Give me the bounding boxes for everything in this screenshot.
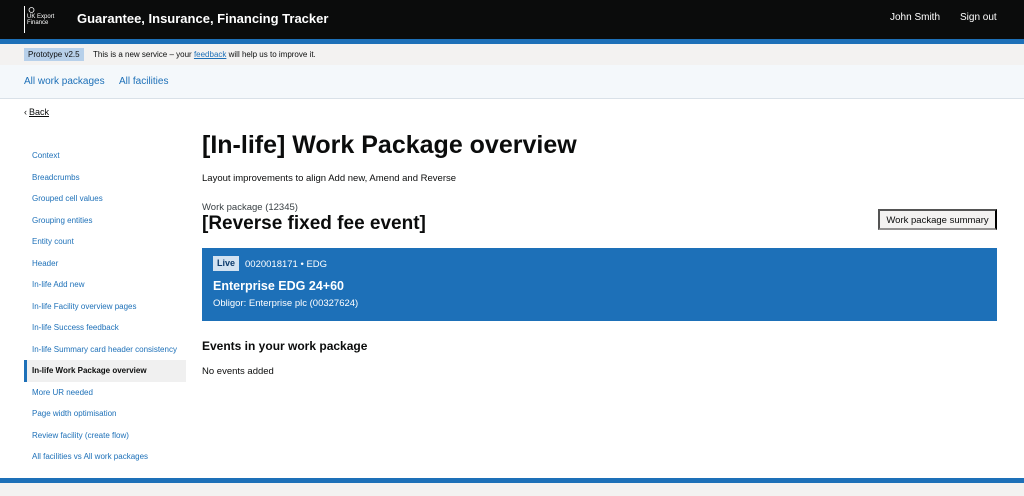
nav-all-work-packages[interactable]: All work packages	[24, 76, 105, 87]
logo-text: UK Export Finance	[27, 14, 55, 26]
feedback-link[interactable]: feedback	[194, 50, 226, 59]
events-heading: Events in your work package	[202, 339, 368, 353]
back-label: Back	[29, 107, 50, 117]
sidenav-item-grouping-entities[interactable]: Grouping entities	[24, 210, 186, 232]
sidenav-item-grouped-cell-values[interactable]: Grouped cell values	[24, 188, 186, 210]
logo-divider	[24, 6, 25, 33]
ukef-logo[interactable]: UK Export Finance	[24, 6, 67, 33]
phase-text-after: will help us to improve it.	[226, 50, 316, 59]
sidenav-item-in-life-success-feedback[interactable]: In-life Success feedback	[24, 317, 186, 339]
site-header: UK Export Finance Guarantee, Insurance, …	[0, 0, 1024, 39]
facility-id: 0020018171 • EDG	[245, 259, 328, 270]
facility-name: Enterprise EDG 24+60	[213, 279, 344, 293]
crest-icon	[28, 7, 35, 13]
page-title: [In-life] Work Package overview	[202, 131, 577, 159]
status-badge: Live	[213, 256, 240, 271]
sidenav-item-more-ur-needed[interactable]: More UR needed	[24, 382, 186, 404]
service-name[interactable]: Guarantee, Insurance, Financing Tracker	[77, 11, 328, 26]
work-package-heading: [Reverse fixed fee event]	[202, 213, 426, 234]
chevron-left-icon: ‹	[24, 107, 27, 117]
facility-obligor: Obligor: Enterprise plc (00327624)	[213, 298, 359, 309]
sidenav-item-review-facility[interactable]: Review facility (create flow)	[24, 425, 186, 447]
nav-all-facilities[interactable]: All facilities	[119, 76, 168, 87]
site-footer	[0, 483, 1024, 496]
sidenav-item-all-facilities-vs-work-packages[interactable]: All facilities vs All work packages	[24, 446, 186, 468]
phase-tag: Prototype v2.5	[24, 48, 84, 61]
sidenav-item-entity-count[interactable]: Entity count	[24, 231, 186, 253]
events-empty-text: No events added	[202, 366, 274, 377]
sidenav-item-in-life-add-new[interactable]: In-life Add new	[24, 274, 186, 296]
phase-banner: Prototype v2.5 This is a new service – y…	[0, 44, 1024, 65]
sidenav-item-in-life-work-package-overview[interactable]: In-life Work Package overview	[24, 360, 186, 382]
work-package-summary-button[interactable]: Work package summary	[878, 209, 997, 230]
sidenav-item-header[interactable]: Header	[24, 253, 186, 275]
sign-out-link[interactable]: Sign out	[960, 12, 997, 23]
back-link[interactable]: ‹ Back	[24, 107, 49, 117]
phase-text: This is a new service – your feedback wi…	[93, 50, 316, 59]
sidenav-item-page-width-optimisation[interactable]: Page width optimisation	[24, 403, 186, 425]
phase-text-before: This is a new service – your	[93, 50, 194, 59]
sidenav-item-in-life-facility-overview[interactable]: In-life Facility overview pages	[24, 296, 186, 318]
work-package-caption: Work package (12345)	[202, 202, 298, 213]
sidenav-item-breadcrumbs[interactable]: Breadcrumbs	[24, 167, 186, 189]
side-navigation: Context Breadcrumbs Grouped cell values …	[24, 145, 186, 468]
user-name: John Smith	[890, 12, 941, 23]
sidenav-item-context[interactable]: Context	[24, 145, 186, 167]
page-lede: Layout improvements to align Add new, Am…	[202, 173, 457, 184]
sidenav-item-in-life-summary-card[interactable]: In-life Summary card header consistency	[24, 339, 186, 361]
facility-card: Live 0020018171 • EDG Enterprise EDG 24+…	[202, 248, 997, 321]
sub-navigation: All work packages All facilities	[0, 65, 1024, 99]
